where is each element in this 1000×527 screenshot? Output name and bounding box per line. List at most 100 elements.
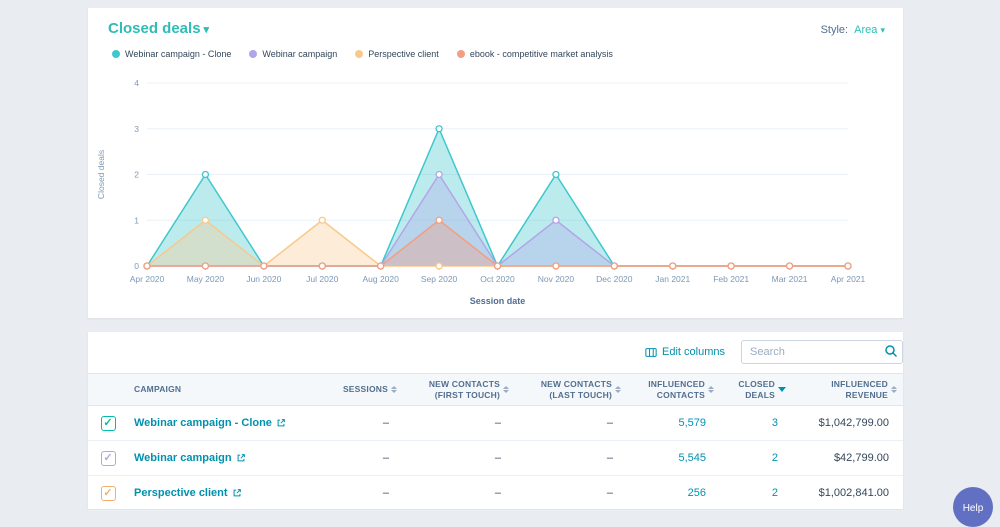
search-box [741, 340, 903, 364]
closed-deals-value[interactable]: 3 [720, 405, 792, 442]
search-input[interactable] [741, 340, 903, 364]
sort-icon[interactable] [503, 386, 509, 394]
svg-text:Closed deals: Closed deals [96, 150, 106, 199]
chevron-down-icon: ▾ [880, 25, 885, 35]
search-icon[interactable] [884, 344, 898, 358]
table-header-row: CAMPAIGN SESSIONS NEW CONTACTS (FIRST TOUC… [88, 372, 903, 407]
column-header-label: CLOSED DEALS [738, 379, 775, 400]
sort-icon[interactable] [391, 386, 397, 394]
legend-item[interactable]: Perspective client [355, 49, 439, 59]
svg-text:Oct 2020: Oct 2020 [480, 274, 515, 284]
edit-columns-button[interactable]: Edit columns [645, 346, 725, 358]
new-contacts-first-value: – [403, 475, 515, 512]
legend-dot-icon [112, 50, 120, 58]
chevron-down-icon: ▾ [203, 24, 210, 36]
row-checkbox[interactable]: ✓ [100, 415, 116, 431]
table-controls: Edit columns [88, 332, 903, 373]
legend-label: Webinar campaign [262, 49, 338, 59]
campaign-table: CAMPAIGN SESSIONS NEW CONTACTS (FIRST TOUC… [88, 372, 903, 512]
svg-text:Jun 2020: Jun 2020 [246, 274, 281, 284]
help-button[interactable]: Help [953, 487, 993, 527]
external-link-icon [237, 454, 245, 462]
campaign-link[interactable]: Perspective client [134, 487, 242, 499]
chart-card-header: Closed deals ▾ Style: Area ▾ [88, 8, 903, 41]
sort-icon[interactable] [891, 386, 897, 394]
legend-dot-icon [355, 50, 364, 58]
sessions-value: – [323, 440, 403, 477]
legend-dot-icon [249, 50, 258, 58]
area-chart[interactable]: 0 1 2 3 4 Apr 2020 May 2020 Jun 2020 Jul 2020 Aug… [92, 68, 900, 312]
report-title: Closed deals [108, 20, 201, 37]
new-contacts-first-value: – [403, 440, 515, 477]
new-contacts-last-value: – [515, 440, 627, 477]
column-header-label: NEW CONTACTS (LAST TOUCH) [540, 379, 612, 400]
campaign-link[interactable]: Webinar campaign [134, 452, 246, 464]
influenced-revenue-value: $1,002,841.00 [792, 475, 903, 512]
legend-item[interactable]: Webinar campaign - Clone [112, 49, 231, 59]
column-header[interactable]: NEW CONTACTS (FIRST TOUCH) [403, 372, 515, 407]
style-label: Style: [820, 24, 849, 36]
legend-item[interactable]: Webinar campaign [249, 49, 337, 59]
influenced-contacts-value[interactable]: 256 [627, 475, 720, 512]
column-header[interactable]: NEW CONTACTS (LAST TOUCH) [515, 372, 627, 407]
report-title-dropdown[interactable]: Closed deals ▾ [108, 20, 209, 37]
table-row: ✓ Perspective client – – – 256 2 $1,002,… [88, 475, 903, 512]
svg-text:0: 0 [134, 261, 139, 271]
column-header[interactable]: SESSIONS [323, 372, 403, 407]
campaign-name: Webinar campaign - Clone [134, 417, 272, 430]
legend-label: ebook - competitive market analysis [469, 49, 613, 59]
table-row: ✓ Webinar campaign – – – 5,545 2 $42,799… [88, 440, 903, 477]
influenced-revenue-value: $1,042,799.00 [792, 405, 903, 442]
column-header[interactable]: CLOSED DEALS [720, 372, 792, 407]
column-header[interactable]: INFLUENCED CONTACTS [627, 372, 720, 407]
svg-text:Dec 2020: Dec 2020 [596, 274, 633, 284]
svg-text:4: 4 [134, 78, 139, 88]
legend-label: Perspective client [368, 49, 439, 59]
chart-card: Closed deals ▾ Style: Area ▾ Webinar camp… [88, 8, 903, 318]
row-checkbox[interactable]: ✓ [100, 485, 116, 501]
style-selector: Style: Area ▾ [821, 24, 885, 36]
influenced-contacts-value[interactable]: 5,579 [627, 405, 720, 442]
influenced-revenue-value: $42,799.00 [792, 440, 903, 477]
svg-text:3: 3 [134, 124, 139, 134]
external-link-icon [233, 489, 241, 497]
column-header[interactable]: INFLUENCED REVENUE [792, 372, 903, 407]
columns-icon [645, 347, 657, 357]
svg-text:Apr 2020: Apr 2020 [130, 274, 165, 284]
campaign-name: Webinar campaign [134, 452, 232, 465]
sort-icon[interactable] [615, 386, 621, 394]
campaign-link[interactable]: Webinar campaign - Clone [134, 417, 286, 429]
svg-text:Apr 2021: Apr 2021 [831, 274, 866, 284]
closed-deals-value[interactable]: 2 [720, 440, 792, 477]
column-header[interactable]: CAMPAIGN [128, 372, 323, 407]
edit-columns-label: Edit columns [662, 346, 725, 358]
closed-deals-value[interactable]: 2 [720, 475, 792, 512]
column-header-label: INFLUENCED REVENUE [831, 379, 888, 400]
svg-text:Sep 2020: Sep 2020 [421, 274, 458, 284]
column-header-label: CAMPAIGN [134, 384, 182, 395]
sort-icon[interactable] [708, 386, 714, 394]
sort-desc-icon[interactable] [778, 387, 786, 393]
svg-text:Feb 2021: Feb 2021 [713, 274, 749, 284]
sessions-value: – [323, 475, 403, 512]
chart-svg: 0 1 2 3 4 Apr 2020 May 2020 Jun 2020 Jul 2020 Aug… [96, 78, 866, 306]
external-link-icon [277, 419, 285, 427]
svg-text:Session date: Session date [470, 296, 526, 306]
legend-label: Webinar campaign - Clone [125, 49, 232, 59]
svg-text:Jan 2021: Jan 2021 [655, 274, 690, 284]
svg-text:Nov 2020: Nov 2020 [538, 274, 575, 284]
chart-legend: Webinar campaign - Clone Webinar campaign… [88, 41, 903, 59]
new-contacts-first-value: – [403, 405, 515, 442]
select-all-column [88, 372, 128, 407]
sessions-value: – [323, 405, 403, 442]
influenced-contacts-value[interactable]: 5,545 [627, 440, 720, 477]
row-checkbox[interactable]: ✓ [100, 450, 116, 466]
column-header-label: SESSIONS [342, 384, 388, 395]
svg-text:May 2020: May 2020 [187, 274, 225, 284]
new-contacts-last-value: – [515, 475, 627, 512]
legend-item[interactable]: ebook - competitive market analysis [456, 49, 613, 59]
new-contacts-last-value: – [515, 405, 627, 442]
style-dropdown[interactable]: Area ▾ [854, 24, 885, 36]
column-header-label: NEW CONTACTS (FIRST TOUCH) [428, 379, 500, 400]
column-header-label: INFLUENCED CONTACTS [648, 379, 705, 400]
